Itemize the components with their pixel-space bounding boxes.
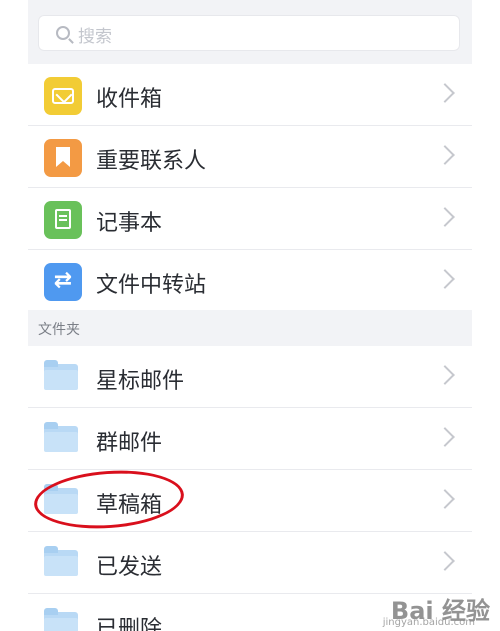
group-mail-label: 群邮件 (96, 431, 163, 456)
chevron-right-icon (435, 365, 455, 385)
folder-icon (44, 546, 78, 576)
notepad-icon (44, 201, 82, 239)
notepad-row[interactable]: 记事本 (28, 188, 472, 250)
transfer-station-icon: ⇄ (44, 263, 82, 301)
chevron-right-icon (435, 207, 455, 227)
folder-icon (44, 422, 78, 452)
folders-section-header: 文件夹 (28, 310, 472, 346)
sent-label: 已发送 (96, 555, 163, 580)
notepad-label: 记事本 (96, 211, 163, 236)
chevron-right-icon (435, 145, 455, 165)
search-icon (56, 26, 70, 40)
important-contacts-row[interactable]: 重要联系人 (28, 126, 472, 188)
main-mail-list: 收件箱 重要联系人 记事本 ⇄ 文件中转站 (28, 64, 472, 310)
transfer-station-row[interactable]: ⇄ 文件中转站 (28, 250, 472, 311)
important-contacts-label: 重要联系人 (96, 149, 207, 174)
search-input[interactable]: 搜索 (38, 15, 460, 51)
bookmark-icon (44, 139, 82, 177)
folders-header-text: 文件夹 (38, 322, 80, 338)
chevron-right-icon (435, 551, 455, 571)
mail-folder-screen: 搜索 收件箱 重要联系人 记事本 ⇄ 文件中转站 文件夹 星标邮件 群邮件 草稿… (0, 0, 500, 631)
starred-mail-label: 星标邮件 (96, 369, 185, 394)
chevron-right-icon (435, 269, 455, 289)
deleted-label: 已删除 (96, 617, 163, 631)
inbox-label: 收件箱 (96, 87, 163, 112)
chevron-right-icon (435, 427, 455, 447)
chevron-right-icon (435, 489, 455, 509)
search-placeholder: 搜索 (78, 27, 112, 47)
search-bar-area: 搜索 (28, 0, 472, 64)
group-mail-row[interactable]: 群邮件 (28, 408, 472, 470)
starred-mail-row[interactable]: 星标邮件 (28, 346, 472, 408)
note-glyph (55, 209, 71, 229)
chevron-right-icon (435, 83, 455, 103)
bookmark-glyph (56, 147, 70, 167)
sent-row[interactable]: 已发送 (28, 532, 472, 594)
envelope-glyph (52, 88, 74, 104)
inbox-icon (44, 77, 82, 115)
transfer-station-label: 文件中转站 (96, 273, 207, 298)
folder-icon (44, 608, 78, 631)
transfer-glyph: ⇄ (53, 268, 73, 293)
watermark-url: jingyan.baidu.com (382, 617, 475, 628)
folder-icon (44, 360, 78, 390)
inbox-row[interactable]: 收件箱 (28, 64, 472, 126)
